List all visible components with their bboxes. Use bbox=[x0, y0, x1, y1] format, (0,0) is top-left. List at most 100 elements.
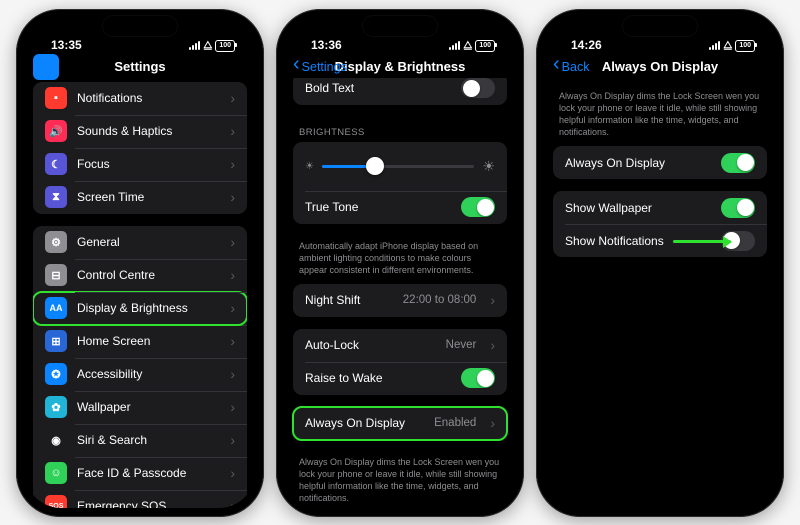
row-label: Face ID & Passcode bbox=[77, 466, 216, 480]
row-accessibility[interactable]: ✪ Accessibility › bbox=[33, 358, 247, 391]
page-title: Settings bbox=[114, 59, 165, 74]
raise-to-wake-toggle[interactable] bbox=[461, 368, 495, 388]
phone-left: 13:35 ⧋ 100 Settings ▪ Notifications › 🔊… bbox=[16, 9, 264, 517]
wifi-icon: ⧋ bbox=[723, 41, 732, 51]
true-tone-toggle[interactable] bbox=[461, 197, 495, 217]
row-label: Night Shift bbox=[305, 293, 393, 307]
show-wallpaper-toggle[interactable] bbox=[721, 198, 755, 218]
row-label: Notifications bbox=[77, 91, 216, 105]
cellular-icon bbox=[449, 41, 460, 50]
row-label: Focus bbox=[77, 157, 216, 171]
sun-large-icon: ☀︎ bbox=[482, 158, 495, 175]
row-value: Enabled bbox=[434, 417, 476, 429]
aod-intro: Always On Display dims the Lock Screen w… bbox=[545, 82, 775, 147]
gear-icon: ⚙ bbox=[45, 231, 67, 253]
aod-toggle[interactable] bbox=[721, 153, 755, 173]
back-button[interactable]: Back bbox=[553, 52, 589, 82]
chevron-right-icon: › bbox=[230, 432, 235, 448]
row-label: Control Centre bbox=[77, 268, 216, 282]
accessibility-icon: ✪ bbox=[45, 363, 67, 385]
brightness-group: ☀︎ ☀︎ True Tone bbox=[293, 142, 507, 224]
chevron-right-icon: › bbox=[230, 465, 235, 481]
night-shift-group: Night Shift 22:00 to 08:00 › bbox=[293, 284, 507, 317]
row-sos[interactable]: SOS Emergency SOS › bbox=[33, 490, 247, 508]
row-faceid[interactable]: ☺ Face ID & Passcode › bbox=[33, 457, 247, 490]
row-raise-to-wake[interactable]: Raise to Wake bbox=[293, 362, 507, 395]
bold-text-toggle[interactable] bbox=[461, 78, 495, 98]
chevron-right-icon: › bbox=[230, 333, 235, 349]
row-home-screen[interactable]: ⊞ Home Screen › bbox=[33, 325, 247, 358]
row-control-centre[interactable]: ⊟ Control Centre › bbox=[33, 259, 247, 292]
row-true-tone[interactable]: True Tone bbox=[293, 191, 507, 224]
nav-bar: Settings bbox=[25, 52, 255, 82]
chevron-right-icon: › bbox=[230, 123, 235, 139]
row-label: Siri & Search bbox=[77, 433, 216, 447]
back-app-icon[interactable] bbox=[33, 54, 59, 80]
grid-icon: ⊞ bbox=[45, 330, 67, 352]
chevron-right-icon: › bbox=[230, 234, 235, 250]
row-value: Never bbox=[446, 339, 477, 351]
row-focus[interactable]: ☾ Focus › bbox=[33, 148, 247, 181]
row-label: Always On Display bbox=[565, 156, 711, 170]
battery-icon: 100 bbox=[475, 40, 495, 52]
row-show-notifications[interactable]: Show Notifications bbox=[553, 224, 767, 257]
text-size-icon: AA bbox=[45, 297, 67, 319]
true-tone-desc: Automatically adapt iPhone display based… bbox=[285, 236, 515, 284]
brightness-slider[interactable] bbox=[322, 165, 474, 168]
page-title: Always On Display bbox=[602, 59, 718, 74]
aod-desc: Always On Display dims the Lock Screen w… bbox=[285, 452, 515, 508]
brightness-header: BRIGHTNESS bbox=[285, 117, 515, 142]
row-label: True Tone bbox=[305, 200, 451, 214]
row-bold-text[interactable]: Bold Text bbox=[293, 78, 507, 105]
chevron-right-icon: › bbox=[230, 300, 235, 316]
row-label: Screen Time bbox=[77, 190, 216, 204]
row-screen-time[interactable]: ⧗ Screen Time › bbox=[33, 181, 247, 214]
dynamic-island bbox=[623, 16, 697, 36]
dynamic-island bbox=[103, 16, 177, 36]
lock-group: Auto-Lock Never › Raise to Wake bbox=[293, 329, 507, 395]
speaker-icon: 🔊 bbox=[45, 120, 67, 142]
wifi-icon: ⧋ bbox=[463, 41, 472, 51]
chevron-right-icon: › bbox=[230, 399, 235, 415]
sos-icon: SOS bbox=[45, 495, 67, 508]
row-label: Auto-Lock bbox=[305, 338, 436, 352]
row-notifications[interactable]: ▪ Notifications › bbox=[33, 82, 247, 115]
row-label: Always On Display bbox=[305, 416, 424, 430]
chevron-right-icon: › bbox=[230, 267, 235, 283]
phone-right: 14:26 ⧋ 100 Back Always On Display Alway… bbox=[536, 9, 784, 517]
battery-icon: 100 bbox=[215, 40, 235, 52]
bell-icon: ▪ bbox=[45, 87, 67, 109]
flower-icon: ✿ bbox=[45, 396, 67, 418]
row-always-on-display[interactable]: Always On Display Enabled › bbox=[293, 407, 507, 440]
cellular-icon bbox=[709, 41, 720, 50]
chevron-right-icon: › bbox=[490, 415, 495, 431]
row-label: Wallpaper bbox=[77, 400, 216, 414]
row-general[interactable]: ⚙ General › bbox=[33, 226, 247, 259]
row-siri[interactable]: ◉ Siri & Search › bbox=[33, 424, 247, 457]
row-sounds[interactable]: 🔊 Sounds & Haptics › bbox=[33, 115, 247, 148]
nav-bar: Back Always On Display bbox=[545, 52, 775, 82]
row-night-shift[interactable]: Night Shift 22:00 to 08:00 › bbox=[293, 284, 507, 317]
chevron-right-icon: › bbox=[490, 292, 495, 308]
moon-icon: ☾ bbox=[45, 153, 67, 175]
hourglass-icon: ⧗ bbox=[45, 186, 67, 208]
row-display-brightness[interactable]: AA Display & Brightness › bbox=[33, 292, 247, 325]
sun-small-icon: ☀︎ bbox=[305, 161, 314, 172]
row-wallpaper[interactable]: ✿ Wallpaper › bbox=[33, 391, 247, 424]
row-label: General bbox=[77, 235, 216, 249]
row-value: 22:00 to 08:00 bbox=[403, 294, 477, 306]
row-auto-lock[interactable]: Auto-Lock Never › bbox=[293, 329, 507, 362]
row-label: Raise to Wake bbox=[305, 371, 451, 385]
faceid-icon: ☺ bbox=[45, 462, 67, 484]
chevron-right-icon: › bbox=[490, 337, 495, 353]
chevron-right-icon: › bbox=[230, 366, 235, 382]
row-show-wallpaper[interactable]: Show Wallpaper bbox=[553, 191, 767, 224]
row-aod-master[interactable]: Always On Display bbox=[553, 146, 767, 179]
settings-group-notifications: ▪ Notifications › 🔊 Sounds & Haptics › ☾… bbox=[33, 82, 247, 214]
bold-text-group: Bold Text bbox=[293, 78, 507, 105]
row-brightness-slider[interactable]: ☀︎ ☀︎ bbox=[293, 142, 507, 191]
aod-group: Always On Display Enabled › bbox=[293, 407, 507, 440]
phone-middle: 13:36 ⧋ 100 Settings Display & Brightnes… bbox=[276, 9, 524, 517]
siri-icon: ◉ bbox=[45, 429, 67, 451]
status-time: 13:35 bbox=[51, 38, 82, 52]
